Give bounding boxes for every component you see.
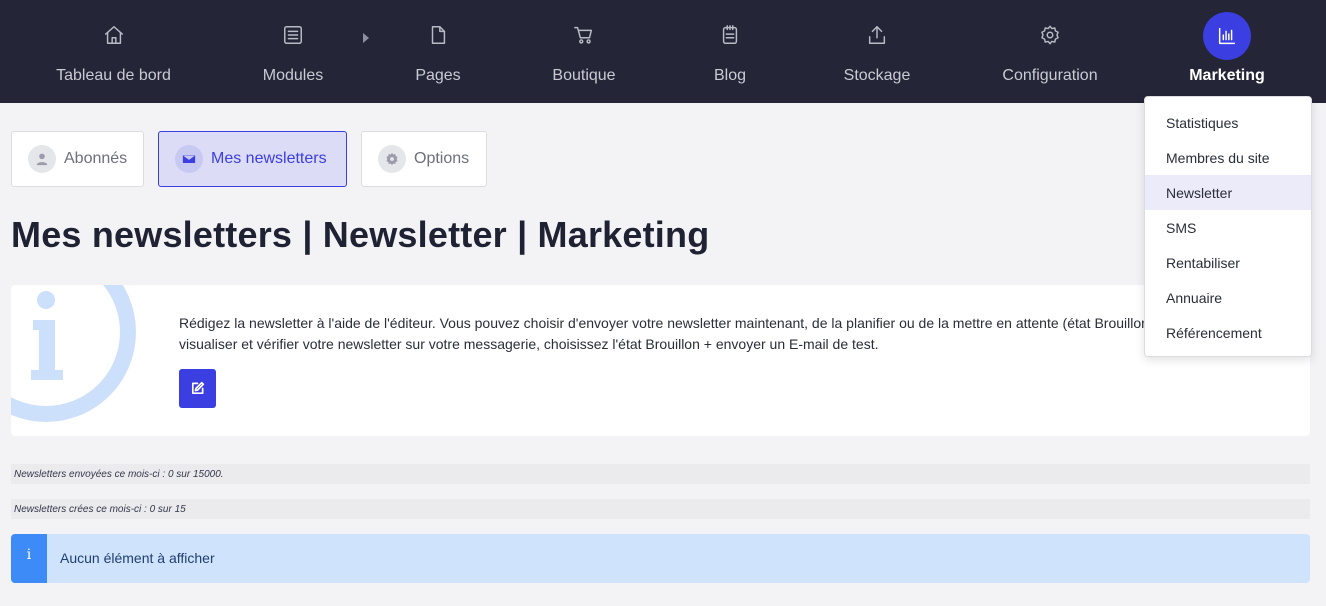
edit-newsletter-button[interactable] bbox=[179, 369, 216, 408]
list-icon bbox=[280, 22, 306, 48]
user-icon bbox=[28, 145, 56, 173]
nav-label: Stockage bbox=[843, 67, 911, 84]
nav-label: Pages bbox=[415, 67, 461, 84]
notepad-icon bbox=[717, 22, 743, 48]
info-text-line: Rédigez la newsletter à l'aide de l'édit… bbox=[179, 315, 1191, 331]
nav-label: Tableau de bord bbox=[56, 67, 171, 84]
nav-label: Marketing bbox=[1189, 67, 1265, 84]
newsletters-sent-stat: Newsletters envoyées ce mois-ci : 0 sur … bbox=[11, 464, 1310, 484]
upload-icon bbox=[864, 22, 890, 48]
edit-icon bbox=[191, 381, 205, 395]
menu-item-annuaire[interactable]: Annuaire bbox=[1145, 280, 1311, 315]
nav-item-boutique[interactable]: Boutique bbox=[546, 0, 622, 103]
nav-item-tableau-de-bord[interactable]: Tableau de bord bbox=[53, 0, 174, 103]
menu-item-referencement[interactable]: Référencement bbox=[1145, 315, 1311, 350]
marketing-dropdown-menu: Statistiques Membres du site Newsletter … bbox=[1144, 96, 1312, 357]
alert-text: Aucun élément à afficher bbox=[60, 550, 215, 566]
menu-item-statistiques[interactable]: Statistiques bbox=[1145, 105, 1311, 140]
info-icon bbox=[11, 285, 136, 422]
page-title: Mes newsletters | Newsletter | Marketing bbox=[11, 214, 710, 255]
menu-item-membres-du-site[interactable]: Membres du site bbox=[1145, 140, 1311, 175]
nav-label: Blog bbox=[713, 67, 747, 84]
tab-label: Abonnés bbox=[64, 150, 128, 167]
menu-item-rentabiliser[interactable]: Rentabiliser bbox=[1145, 245, 1311, 280]
menu-item-newsletter[interactable]: Newsletter bbox=[1145, 175, 1311, 210]
top-navigation: Tableau de bord Modules Pages Boutique B… bbox=[0, 0, 1326, 103]
file-icon bbox=[425, 22, 451, 48]
nav-item-stockage[interactable]: Stockage bbox=[838, 0, 916, 103]
cart-icon bbox=[571, 22, 597, 48]
envelope-icon bbox=[175, 145, 203, 173]
nav-item-configuration[interactable]: Configuration bbox=[998, 0, 1102, 103]
info-text-line: visualiser et vérifier votre newsletter … bbox=[179, 336, 879, 352]
menu-item-sms[interactable]: SMS bbox=[1145, 210, 1311, 245]
tab-options[interactable]: Options bbox=[361, 131, 487, 187]
bar-chart-icon bbox=[1203, 12, 1251, 60]
tab-label: Mes newsletters bbox=[211, 150, 327, 167]
info-icon: i bbox=[11, 534, 47, 583]
tab-label: Options bbox=[414, 150, 470, 167]
tab-mes-newsletters[interactable]: Mes newsletters bbox=[158, 131, 347, 187]
info-text: Rédigez la newsletter à l'aide de l'édit… bbox=[179, 313, 1191, 355]
nav-item-pages[interactable]: Pages bbox=[410, 0, 466, 103]
nav-label: Configuration bbox=[1002, 67, 1098, 84]
home-icon bbox=[101, 22, 127, 48]
gear-icon bbox=[1037, 22, 1063, 48]
tab-abonnes[interactable]: Abonnés bbox=[11, 131, 144, 187]
nav-item-marketing[interactable]: Marketing bbox=[1186, 0, 1268, 103]
caret-right-icon bbox=[363, 33, 369, 43]
nav-label: Boutique bbox=[552, 67, 616, 84]
nav-label: Modules bbox=[262, 67, 324, 84]
empty-alert: i Aucun élément à afficher bbox=[11, 534, 1310, 583]
newsletters-created-stat: Newsletters crées ce mois-ci : 0 sur 15 bbox=[11, 499, 1310, 519]
info-card: Rédigez la newsletter à l'aide de l'édit… bbox=[11, 285, 1310, 436]
nav-item-blog[interactable]: Blog bbox=[707, 0, 753, 103]
nav-item-modules[interactable]: Modules bbox=[256, 0, 330, 103]
gear-icon bbox=[378, 145, 406, 173]
